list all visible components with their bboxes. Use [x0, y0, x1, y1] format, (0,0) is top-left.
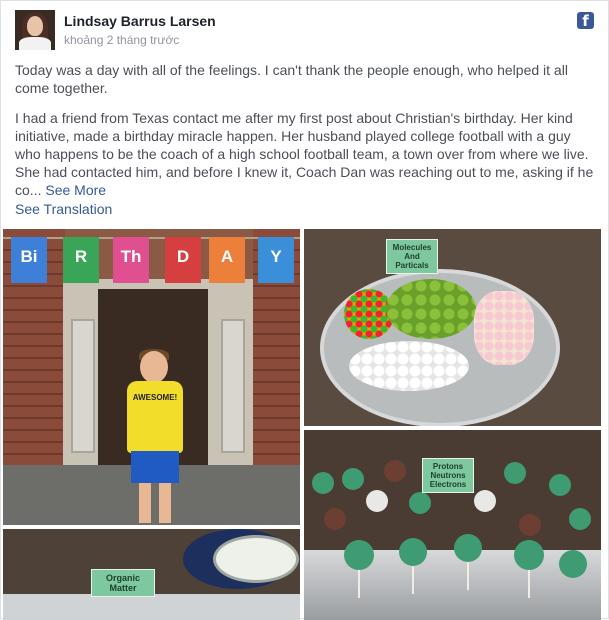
banner-letter: D — [165, 237, 201, 283]
banner-letter: R — [63, 237, 99, 283]
post-timestamp[interactable]: khoảng 2 tháng trước — [64, 33, 179, 47]
photo-organic-matter[interactable]: Organic Matter — [3, 529, 300, 620]
photo-cake-pops[interactable]: Protons Neutrons Electrons — [304, 430, 601, 620]
child-figure: AWESOME! — [115, 349, 195, 525]
post-header: Lindsay Barrus Larsen khoảng 2 tháng trư… — [15, 10, 594, 50]
post-paragraph-1: Today was a day with all of the feelings… — [15, 62, 568, 96]
see-more-link[interactable]: See More — [45, 182, 106, 198]
facebook-post: Lindsay Barrus Larsen khoảng 2 tháng trư… — [0, 0, 609, 620]
post-paragraph-2: I had a friend from Texas contact me aft… — [15, 110, 594, 198]
sign-organic: Organic Matter — [91, 569, 155, 597]
banner-letter: A — [209, 237, 245, 283]
banner-letter: Y — [258, 237, 294, 283]
see-translation-link[interactable]: See Translation — [15, 201, 112, 217]
author-name[interactable]: Lindsay Barrus Larsen — [64, 13, 216, 29]
photo-snack-tray[interactable]: Molecules And Particals — [304, 229, 601, 426]
photo-grid: Bi R Th D A Y AWESOME! Molecules And Par… — [3, 229, 605, 620]
post-text: Today was a day with all of the feelings… — [15, 61, 596, 211]
photo-birthday-boy[interactable]: Bi R Th D A Y AWESOME! — [3, 229, 300, 525]
avatar[interactable] — [15, 10, 55, 50]
facebook-icon[interactable]: f — [577, 12, 594, 30]
sign-protons: Protons Neutrons Electrons — [422, 458, 474, 493]
banner-letter: Bi — [11, 237, 47, 283]
banner-letter: Th — [113, 237, 149, 283]
sign-molecules: Molecules And Particals — [386, 239, 438, 274]
